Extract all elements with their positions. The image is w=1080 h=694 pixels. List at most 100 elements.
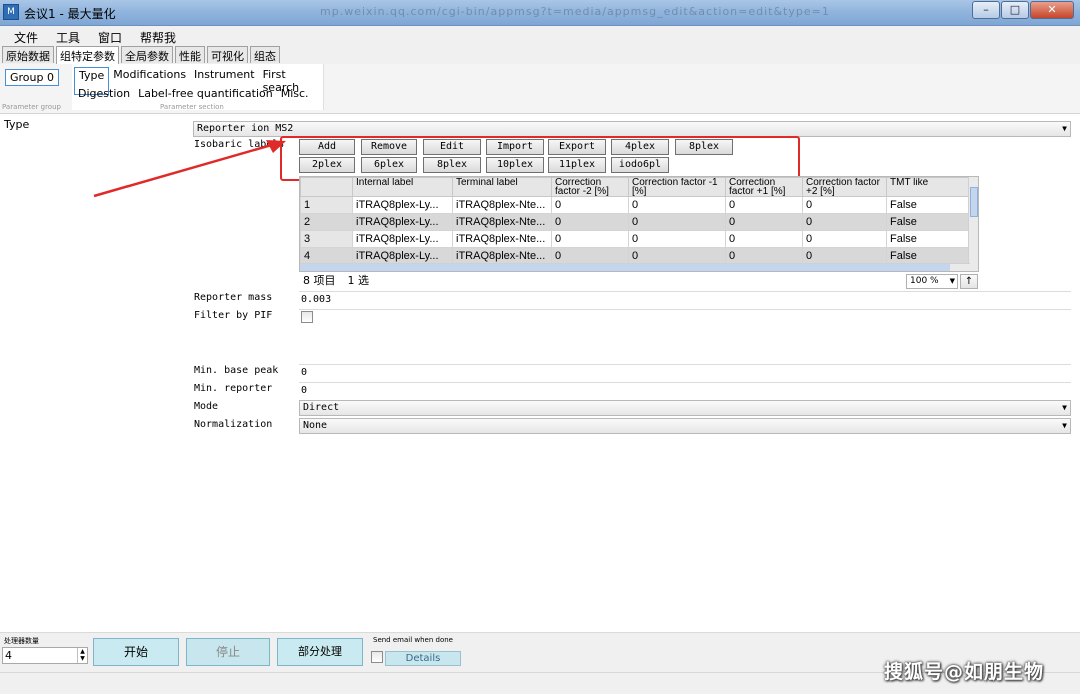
type-label: Type [4, 118, 30, 131]
column-header[interactable]: TMT like [886, 177, 971, 197]
type-select[interactable]: Reporter ion MS2 ▼ [193, 121, 1071, 137]
column-header[interactable]: Internal label [352, 177, 453, 197]
terminal-label-cell[interactable]: iTRAQ8plex-Nte... [452, 213, 552, 231]
correction-cell[interactable]: 0 [802, 230, 887, 248]
min-reporter-input[interactable]: 0 [299, 382, 1071, 398]
column-header[interactable]: Correction factor -1 [%] [628, 177, 726, 197]
close-icon[interactable]: ✕ [1030, 1, 1074, 19]
table-vertical-scrollbar[interactable] [968, 177, 978, 271]
terminal-label-cell[interactable]: iTRAQ8plex-Nte... [452, 230, 552, 248]
mode-label: Mode [194, 401, 219, 412]
stop-button[interactable]: 停止 [186, 638, 270, 666]
tmt-like-cell[interactable]: False [886, 196, 971, 214]
menu-file[interactable]: 文件 [8, 26, 44, 46]
table-horizontal-scrollbar[interactable] [300, 263, 970, 271]
tab-global-parameters[interactable]: 全局参数 [121, 46, 173, 63]
correction-cell[interactable]: 0 [628, 247, 726, 265]
column-header[interactable]: Terminal label [452, 177, 552, 197]
menu-help[interactable]: 帮帮我 [134, 26, 182, 46]
partial-processing-button[interactable]: 部分处理 [277, 638, 363, 666]
window-title: 会议1 - 最大量化 [24, 7, 116, 21]
tab-raw-data[interactable]: 原始数据 [2, 46, 54, 63]
highlight-box [280, 136, 800, 181]
correction-cell[interactable]: 0 [628, 230, 726, 248]
section-digestion[interactable]: Digestion [74, 86, 134, 101]
correction-cell[interactable]: 0 [802, 196, 887, 214]
tab-group-specific-parameters[interactable]: 组特定参数 [56, 46, 119, 64]
correction-cell[interactable]: 0 [551, 247, 629, 265]
details-button[interactable]: Details [385, 651, 461, 666]
row-number: 2 [300, 213, 353, 231]
correction-cell[interactable]: 0 [551, 230, 629, 248]
correction-cell[interactable]: 0 [725, 213, 803, 231]
tab-performance[interactable]: 性能 [175, 46, 205, 63]
normalization-label: Normalization [194, 419, 273, 430]
mode-select[interactable]: Direct ▼ [299, 400, 1071, 416]
parameter-ribbon: Group 0 Parameter group Type Modificatio… [0, 64, 1080, 114]
start-button[interactable]: 开始 [93, 638, 179, 666]
internal-label-cell[interactable]: iTRAQ8plex-Ly... [352, 213, 453, 231]
column-header[interactable]: Correction factor -2 [%] [551, 177, 629, 197]
row-number: 3 [300, 230, 353, 248]
tab-visualization[interactable]: 可视化 [207, 46, 248, 63]
table-row[interactable]: 4 iTRAQ8plex-Ly... iTRAQ8plex-Nte... 0 0… [300, 247, 971, 265]
send-email-checkbox[interactable] [371, 651, 383, 663]
correction-cell[interactable]: 0 [628, 213, 726, 231]
zoom-value: 100 % [910, 276, 939, 286]
table-row[interactable]: 1 iTRAQ8plex-Ly... iTRAQ8plex-Nte... 0 0… [300, 196, 971, 214]
min-reporter-label: Min. reporter [194, 383, 273, 394]
mode-select-value: Direct [303, 402, 340, 413]
scroll-thumb[interactable] [970, 187, 978, 217]
normalization-select[interactable]: None ▼ [299, 418, 1071, 434]
terminal-label-cell[interactable]: iTRAQ8plex-Nte... [452, 196, 552, 214]
group-0-button[interactable]: Group 0 [5, 69, 59, 86]
correction-cell[interactable]: 0 [628, 196, 726, 214]
table-row[interactable]: 2 iTRAQ8plex-Ly... iTRAQ8plex-Nte... 0 0… [300, 213, 971, 231]
table-row[interactable]: 3 iTRAQ8plex-Ly... iTRAQ8plex-Nte... 0 0… [300, 230, 971, 248]
internal-label-cell[interactable]: iTRAQ8plex-Ly... [352, 196, 453, 214]
arrow-up-icon[interactable]: ↑ [960, 274, 978, 289]
isobaric-labels-table: Internal label Terminal label Correction… [299, 176, 979, 272]
parameter-section-caption: Parameter section [160, 103, 224, 111]
zoom-select[interactable]: 100 % ▼ [906, 274, 958, 289]
menu-tools[interactable]: 工具 [50, 26, 86, 46]
internal-label-cell[interactable]: iTRAQ8plex-Ly... [352, 230, 453, 248]
parameter-group-caption: Parameter group [2, 103, 61, 111]
selected-count: 1 选 [347, 274, 370, 287]
filter-by-pif-checkbox[interactable] [301, 311, 313, 323]
correction-cell[interactable]: 0 [725, 196, 803, 214]
menu-bar: 文件 工具 窗口 帮帮我 [0, 26, 1080, 46]
chevron-down-icon: ▼ [1062, 403, 1067, 412]
chevron-down-icon: ▼ [1062, 124, 1067, 133]
blurred-background-url: mp.weixin.qq.com/cgi-bin/appmsg?t=media/… [320, 5, 830, 18]
maximize-icon[interactable]: □ [1001, 1, 1029, 19]
title-bar: M 会议1 - 最大量化 mp.weixin.qq.com/cgi-bin/ap… [0, 0, 1080, 26]
min-base-peak-input[interactable]: 0 [299, 364, 1071, 380]
correction-cell[interactable]: 0 [725, 230, 803, 248]
correction-cell[interactable]: 0 [551, 196, 629, 214]
column-header[interactable]: Correction factor +2 [%] [802, 177, 887, 197]
section-row-2: Digestion Label-free quantification Misc… [74, 86, 313, 101]
reporter-mass-input[interactable]: 0.003 [299, 291, 1071, 307]
terminal-label-cell[interactable]: iTRAQ8plex-Nte... [452, 247, 552, 265]
section-misc[interactable]: Misc. [277, 86, 313, 101]
section-label-free-quantification[interactable]: Label-free quantification [134, 86, 277, 101]
correction-cell[interactable]: 0 [802, 213, 887, 231]
tmt-like-cell[interactable]: False [886, 247, 971, 265]
minimize-icon[interactable]: – [972, 1, 1000, 19]
menu-window[interactable]: 窗口 [92, 26, 128, 46]
filter-by-pif-label: Filter by PIF [194, 310, 273, 321]
column-header[interactable]: Correction factor +1 [%] [725, 177, 803, 197]
spinner-icon[interactable]: ▲ ▼ [77, 648, 87, 663]
correction-cell[interactable]: 0 [725, 247, 803, 265]
processors-label: 处理器数量 [4, 637, 39, 645]
tmt-like-cell[interactable]: False [886, 230, 971, 248]
processors-input[interactable]: 4 ▲ ▼ [2, 647, 88, 664]
correction-cell[interactable]: 0 [802, 247, 887, 265]
tmt-like-cell[interactable]: False [886, 213, 971, 231]
scroll-thumb[interactable] [300, 264, 950, 271]
internal-label-cell[interactable]: iTRAQ8plex-Ly... [352, 247, 453, 265]
tab-configuration[interactable]: 组态 [250, 46, 280, 63]
correction-cell[interactable]: 0 [551, 213, 629, 231]
annotation-arrow-icon [93, 140, 286, 198]
